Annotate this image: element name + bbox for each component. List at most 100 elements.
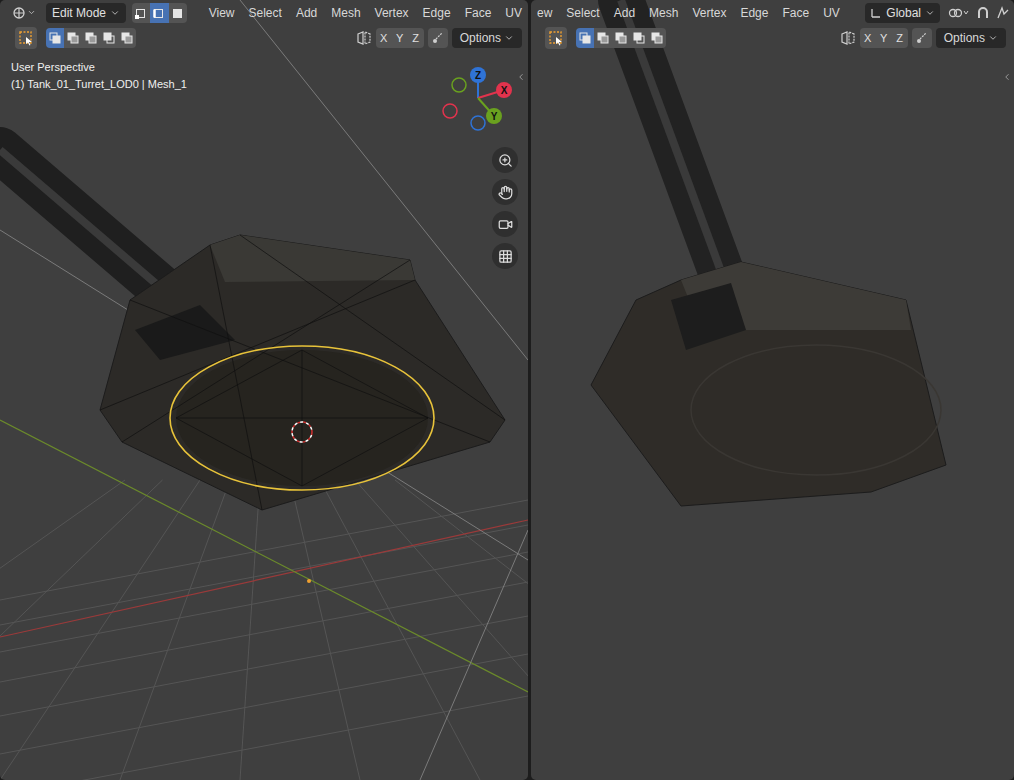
menu-item[interactable]: Mesh bbox=[643, 3, 684, 23]
zoom-button[interactable] bbox=[492, 147, 518, 173]
select-extend-icon bbox=[597, 32, 609, 44]
menu-item[interactable]: Edge bbox=[417, 3, 457, 23]
select-invert-icon bbox=[633, 32, 645, 44]
mirror-tools: XYZ Options bbox=[356, 28, 522, 48]
select-box-modes bbox=[576, 28, 666, 48]
select-box-icon bbox=[548, 30, 564, 46]
menu-item[interactable]: Face bbox=[776, 3, 815, 23]
pivot-icon[interactable] bbox=[948, 6, 970, 20]
blender-window: Edit ModeViewSelectAddMeshVertexEdgeFace… bbox=[0, 0, 1014, 780]
snap-button[interactable] bbox=[428, 28, 448, 48]
editor-type-icon bbox=[12, 6, 26, 20]
object-info: (1) Tank_01_Turret_LOD0 | Mesh_1 bbox=[11, 76, 528, 93]
navigation-gizmo[interactable]: Z X Y bbox=[440, 65, 520, 137]
viewport-header: Edit Mode ViewSelectAddMeshVertexEdgeFace… bbox=[0, 0, 528, 25]
axis-toggle[interactable]: Y bbox=[876, 28, 892, 48]
zoom-icon bbox=[498, 153, 513, 168]
menu-bar: ewSelectAddMeshVertexEdgeFaceUV bbox=[531, 3, 865, 23]
select-invert-icon bbox=[103, 32, 115, 44]
menu-item[interactable]: Mesh bbox=[325, 3, 366, 23]
axis-toggle[interactable]: Z bbox=[408, 28, 424, 48]
select-extend-button[interactable] bbox=[594, 28, 612, 48]
select-edge-button[interactable] bbox=[150, 3, 168, 23]
menu-item[interactable]: UV bbox=[499, 3, 528, 23]
camera-button[interactable] bbox=[492, 211, 518, 237]
select-tool-button[interactable] bbox=[15, 27, 37, 49]
options-dropdown[interactable]: Options bbox=[936, 28, 1006, 48]
axis-toggle[interactable]: Y bbox=[392, 28, 408, 48]
select-subtract-button[interactable] bbox=[82, 28, 100, 48]
select-mode-group bbox=[132, 3, 187, 23]
ortho-grid-button[interactable] bbox=[492, 243, 518, 269]
svg-text:Y: Y bbox=[491, 111, 498, 122]
menu-item[interactable]: Select bbox=[243, 3, 288, 23]
menu-item[interactable]: Vertex bbox=[369, 3, 415, 23]
ortho-grid-icon bbox=[498, 249, 513, 264]
viewport-header: ewSelectAddMeshVertexEdgeFaceUVGlobal bbox=[531, 0, 1014, 25]
toolbar-toggle-icon[interactable] bbox=[516, 72, 526, 82]
select-set-icon bbox=[49, 32, 61, 44]
camera-icon bbox=[498, 217, 513, 232]
select-face-button[interactable] bbox=[169, 3, 187, 23]
menu-item[interactable]: Select bbox=[560, 3, 605, 23]
svg-text:X: X bbox=[501, 85, 508, 96]
snap-target-icon[interactable] bbox=[996, 6, 1010, 20]
select-extend-button[interactable] bbox=[64, 28, 82, 48]
menu-item[interactable]: Vertex bbox=[686, 3, 732, 23]
menu-item[interactable]: Face bbox=[459, 3, 498, 23]
pan-button[interactable] bbox=[492, 179, 518, 205]
select-box-modes bbox=[46, 28, 136, 48]
face-mode-icon bbox=[172, 7, 184, 19]
menu-item[interactable]: Edge bbox=[734, 3, 774, 23]
mode-dropdown[interactable]: Edit Mode bbox=[46, 3, 126, 23]
tool-header: XYZ Options bbox=[0, 25, 528, 51]
chevron-icon bbox=[988, 33, 998, 43]
select-invert-button[interactable] bbox=[630, 28, 648, 48]
viewport-scene[interactable] bbox=[531, 0, 1014, 780]
menu-bar: ViewSelectAddMeshVertexEdgeFaceUV bbox=[203, 3, 528, 23]
auto-merge-icon bbox=[431, 31, 445, 45]
snap-button[interactable] bbox=[912, 28, 932, 48]
chevron-icon bbox=[27, 8, 36, 17]
mirror-tools: XYZ Options bbox=[840, 28, 1006, 48]
select-intersect-button[interactable] bbox=[648, 28, 666, 48]
chevron-icon bbox=[925, 8, 935, 18]
select-box-icon bbox=[18, 30, 34, 46]
svg-text:Z: Z bbox=[475, 70, 481, 81]
mirror-icon bbox=[840, 30, 856, 46]
axis-toggle[interactable]: X bbox=[860, 28, 876, 48]
pan-icon bbox=[498, 185, 513, 200]
menu-item[interactable]: Add bbox=[608, 3, 641, 23]
select-invert-button[interactable] bbox=[100, 28, 118, 48]
auto-merge-icon bbox=[915, 31, 929, 45]
menu-item[interactable]: ew bbox=[531, 3, 558, 23]
select-set-button[interactable] bbox=[576, 28, 594, 48]
select-intersect-icon bbox=[121, 32, 133, 44]
orientation-icon bbox=[870, 7, 882, 19]
select-set-button[interactable] bbox=[46, 28, 64, 48]
select-intersect-button[interactable] bbox=[118, 28, 136, 48]
editor-type-button[interactable] bbox=[8, 3, 40, 23]
chevron-icon bbox=[504, 33, 514, 43]
toolbar-toggle-icon[interactable] bbox=[1002, 72, 1012, 82]
axis-toggle[interactable]: X bbox=[376, 28, 392, 48]
orientation-dropdown[interactable]: Global bbox=[865, 3, 940, 23]
select-subtract-button[interactable] bbox=[612, 28, 630, 48]
select-vertex-button[interactable] bbox=[132, 3, 150, 23]
viewport-info: User Perspective(1) Tank_01_Turret_LOD0 … bbox=[0, 51, 528, 93]
gizmo-axis[interactable]: Y bbox=[452, 78, 502, 124]
select-intersect-icon bbox=[651, 32, 663, 44]
menu-item[interactable]: Add bbox=[290, 3, 323, 23]
snap-icon[interactable] bbox=[976, 6, 990, 20]
axis-toggle[interactable]: Z bbox=[892, 28, 908, 48]
select-tool-button[interactable] bbox=[545, 27, 567, 49]
vertex-mode-icon bbox=[135, 7, 147, 19]
options-dropdown[interactable]: Options bbox=[452, 28, 522, 48]
mirror-icon bbox=[356, 30, 372, 46]
select-subtract-icon bbox=[615, 32, 627, 44]
select-set-icon bbox=[579, 32, 591, 44]
menu-item[interactable]: UV bbox=[817, 3, 846, 23]
right-viewport: ewSelectAddMeshVertexEdgeFaceUVGlobalXYZ… bbox=[531, 0, 1014, 780]
menu-item[interactable]: View bbox=[203, 3, 241, 23]
edge-mode-icon bbox=[153, 7, 165, 19]
